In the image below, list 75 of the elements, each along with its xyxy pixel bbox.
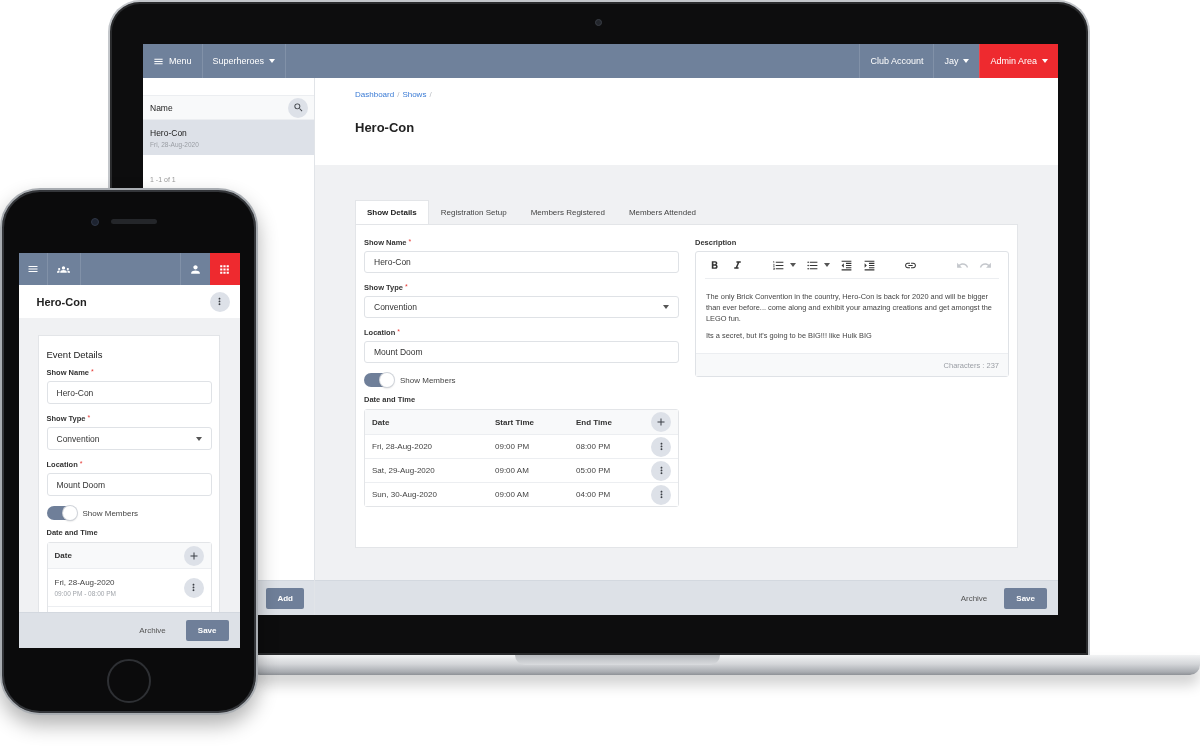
breadcrumb-link[interactable]: Shows — [402, 90, 427, 100]
more-button[interactable] — [209, 291, 230, 312]
caret-icon — [663, 305, 669, 309]
numbered-list-button[interactable] — [772, 258, 796, 272]
column-header: Date — [372, 417, 391, 427]
table-cell-text: Fri, 28-Aug-2020 — [54, 578, 116, 587]
webcam-icon — [595, 19, 602, 26]
search-icon — [292, 102, 304, 113]
tab[interactable]: Registration Setup — [428, 200, 519, 224]
plus-icon — [655, 416, 667, 428]
row-menu-button[interactable] — [183, 577, 204, 598]
camera-icon — [91, 217, 99, 226]
outdent-icon — [840, 258, 853, 272]
caret-icon — [824, 263, 830, 267]
text-field[interactable]: Mount Doom — [46, 473, 212, 496]
search-button[interactable] — [288, 97, 308, 118]
select-field[interactable]: Convention — [364, 296, 679, 318]
caret-icon — [1042, 59, 1048, 63]
grid-icon — [218, 262, 231, 276]
select-field[interactable]: Convention — [46, 427, 212, 450]
toggle-label: Show Members — [82, 508, 139, 518]
add-row-button[interactable] — [183, 545, 204, 566]
italic-icon — [731, 258, 744, 272]
add-button[interactable]: Add — [266, 587, 304, 609]
row-menu-button[interactable] — [651, 436, 671, 457]
breadcrumb-separator: / — [429, 90, 432, 100]
apps-button[interactable] — [209, 253, 240, 285]
save-button[interactable]: Save — [1004, 587, 1047, 609]
table-cell-text: 05:00 PM — [576, 466, 612, 475]
nav-dropdown[interactable]: Admin Area — [979, 44, 1058, 78]
italic-button[interactable] — [731, 258, 744, 272]
text-field[interactable]: Hero-Con — [46, 381, 212, 404]
outdent-button[interactable] — [840, 258, 853, 272]
tab[interactable]: Show Details — [355, 200, 429, 224]
table-cell-text: 09:00 AM — [495, 466, 530, 475]
table-cell-text: 09:00 AM — [495, 490, 530, 499]
numbered-list-icon — [772, 258, 785, 272]
menu-icon[interactable] — [26, 263, 39, 275]
text-field[interactable]: Mount Doom — [364, 341, 679, 363]
item-title: Hero-Con — [150, 127, 188, 138]
archive-button[interactable]: Archive — [139, 626, 166, 635]
column-header: Start Time — [495, 417, 535, 427]
caret-icon — [790, 263, 796, 267]
table-cell-text: 09:00 PM — [495, 442, 531, 451]
text-field[interactable]: Hero-Con — [364, 251, 679, 273]
card-title: Event Details — [46, 349, 104, 361]
column-header: Date — [54, 551, 73, 560]
indent-button[interactable] — [863, 258, 876, 272]
speaker-grille — [111, 219, 157, 224]
breadcrumb-link[interactable]: Dashboard — [355, 90, 395, 100]
table-cell-text: Sat, 29-Aug-2020 — [372, 466, 436, 475]
table-cell-text: Fri, 28-Aug-2020 — [372, 442, 434, 451]
tab[interactable]: Members Registered — [518, 200, 617, 224]
page-title: Hero-Con — [355, 120, 416, 136]
toggle-switch[interactable] — [46, 506, 77, 520]
caret-icon — [963, 59, 970, 63]
table-cell-text: Sun, 30-Aug-2020 — [372, 490, 438, 499]
toggle-label: Show Members — [400, 375, 456, 385]
table-cell-text: 08:00 PM — [576, 442, 612, 451]
row-menu-button[interactable] — [651, 484, 671, 505]
column-header: Name — [150, 102, 173, 113]
add-row-button[interactable] — [651, 412, 671, 432]
caret-icon — [269, 59, 276, 63]
save-button[interactable]: Save — [185, 620, 229, 641]
page-title: Hero-Con — [36, 295, 87, 308]
row-menu-button[interactable] — [651, 460, 671, 481]
tab[interactable]: Members Attended — [616, 200, 709, 224]
archive-button[interactable]: Archive — [960, 593, 988, 603]
user-icon[interactable] — [188, 262, 202, 276]
indent-icon — [863, 258, 876, 272]
table-cell-text: 04:00 PM — [576, 490, 612, 499]
column-header: End Time — [576, 417, 613, 427]
caret-icon — [195, 436, 202, 441]
toggle-switch[interactable] — [364, 373, 394, 387]
breadcrumb-separator: / — [397, 90, 400, 100]
